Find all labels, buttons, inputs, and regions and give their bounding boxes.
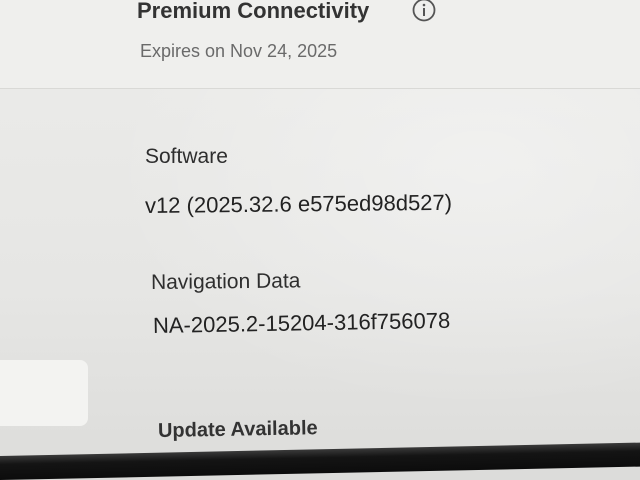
navigation-data-label: Navigation Data [150,269,301,294]
expiration-date: Expires on Nov 24, 2025 [140,41,338,61]
software-version: v12 (2025.32.6 e575ed98d527) [144,189,453,218]
side-panel [0,360,88,426]
screen-bezel [0,442,640,480]
update-available-button[interactable]: Update Available [158,417,318,443]
premium-connectivity-section: Premium Connectivity Expires on Nov 24, … [0,0,640,88]
screen: Premium Connectivity Expires on Nov 24, … [0,0,640,480]
section-divider [0,88,640,89]
premium-connectivity-title: Premium Connectivity [137,0,370,23]
info-icon[interactable] [412,0,436,22]
software-label: Software [145,145,228,168]
navigation-data-version: NA-2025.2-15204-316f756078 [152,307,451,338]
